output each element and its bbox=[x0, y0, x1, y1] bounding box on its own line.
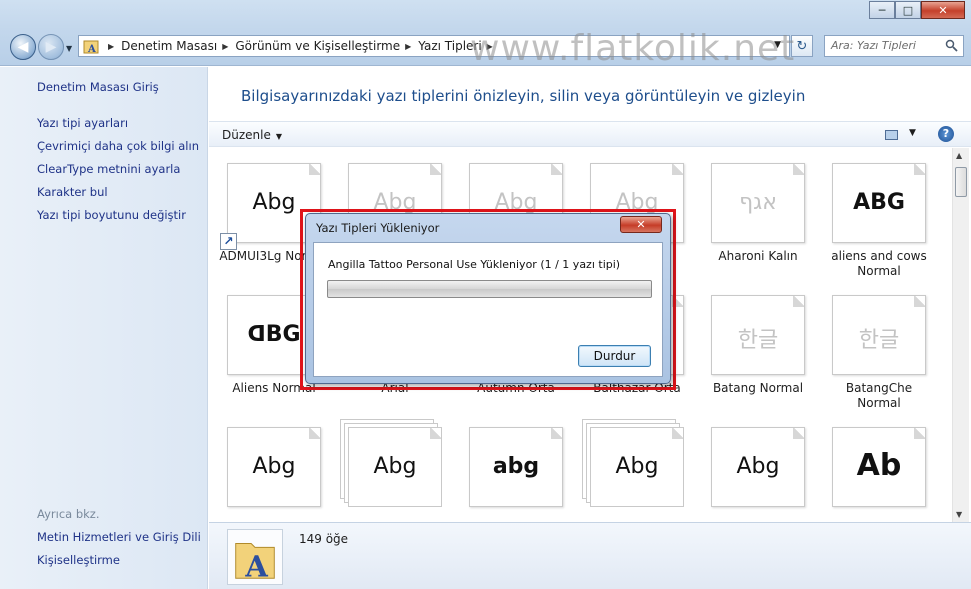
font-preview-icon: Abg bbox=[348, 427, 442, 507]
control-panel-home-link[interactable]: Denetim Masası Giriş bbox=[37, 80, 159, 94]
task-pane: Denetim Masası Giriş Yazı tipi ayarları … bbox=[0, 67, 208, 589]
font-sample-text: Abg bbox=[252, 454, 296, 479]
install-progress-bar bbox=[327, 280, 652, 298]
scrollbar-thumb[interactable] bbox=[955, 167, 967, 197]
font-preview-icon: abg bbox=[469, 427, 563, 507]
scroll-up-icon[interactable]: ▲ bbox=[956, 151, 962, 160]
font-tile[interactable]: אגף Aharoni Kalın bbox=[703, 163, 813, 288]
breadcrumb-separator-icon: ▶ bbox=[405, 41, 412, 51]
font-preview-icon: Abg bbox=[227, 427, 321, 507]
font-tile[interactable]: 한글 BatangChe Normal bbox=[824, 295, 934, 420]
dialog-title: Yazı Tipleri Yükleniyor bbox=[316, 221, 440, 235]
install-status-text: Angilla Tattoo Personal Use Yükleniyor (… bbox=[328, 258, 621, 271]
arrow-left-icon: ◀ bbox=[17, 39, 29, 55]
change-view-icon[interactable] bbox=[885, 130, 898, 140]
page-title: Bilgisayarınızdaki yazı tiplerini önizle… bbox=[241, 87, 806, 105]
font-name-label: Batang Normal bbox=[712, 381, 804, 395]
font-preview-icon: ABG bbox=[832, 163, 926, 243]
font-preview-icon: Abg bbox=[590, 427, 684, 507]
organize-menu-button[interactable]: Düzenle ▼ bbox=[222, 128, 282, 142]
font-sample-text: abg bbox=[492, 454, 540, 479]
font-settings-link[interactable]: Yazı tipi ayarları bbox=[37, 116, 128, 130]
search-input[interactable]: Ara: Yazı Tipleri bbox=[824, 35, 964, 57]
font-tile[interactable]: 한글 Batang Normal bbox=[703, 295, 813, 420]
watermark: www.flatkolik.net bbox=[470, 28, 796, 69]
see-also-heading: Ayrıca bkz. bbox=[37, 507, 100, 521]
get-more-info-online-link[interactable]: Çevrimiçi daha çok bilgi alın bbox=[37, 139, 199, 153]
font-name-label: BatangChe Normal bbox=[845, 381, 913, 410]
font-name-label: Aharoni Kalın bbox=[718, 249, 798, 263]
font-tile[interactable]: ABG aliens and cows Normal bbox=[824, 163, 934, 288]
search-icon bbox=[945, 39, 958, 52]
arrow-right-icon: ▶ bbox=[45, 39, 57, 55]
close-button[interactable]: ✕ bbox=[921, 1, 965, 19]
view-options-dropdown[interactable]: ▼ bbox=[909, 128, 916, 138]
font-sample-text: Abg bbox=[373, 454, 417, 479]
search-placeholder: Ara: Yazı Tipleri bbox=[831, 39, 916, 52]
font-name-label: aliens and cows Normal bbox=[831, 249, 927, 278]
minimize-button[interactable]: ─ bbox=[869, 1, 895, 19]
breadcrumb-appearance[interactable]: Görünüm ve Kişiselleştirme ▶ bbox=[235, 39, 418, 53]
breadcrumb-control-panel[interactable]: Denetim Masası ▶ bbox=[121, 39, 235, 53]
breadcrumb-separator-icon: ▶ bbox=[222, 41, 229, 51]
window-controls: ─ □ ✕ bbox=[869, 1, 965, 19]
svg-text:A: A bbox=[244, 549, 268, 583]
font-preview-icon: 한글 bbox=[711, 295, 805, 375]
breadcrumb-label: Görünüm ve Kişiselleştirme bbox=[235, 39, 401, 53]
font-preview-icon: אגף bbox=[711, 163, 805, 243]
fonts-folder-icon: A bbox=[227, 529, 283, 585]
dialog-body: Angilla Tattoo Personal Use Yükleniyor (… bbox=[313, 242, 663, 377]
breadcrumb-label: Denetim Masası bbox=[121, 39, 218, 53]
recent-pages-dropdown[interactable]: ▼ bbox=[66, 44, 72, 53]
command-bar: Düzenle ▼ ▼ ? bbox=[209, 121, 971, 147]
shortcut-arrow-icon: ↗ bbox=[220, 233, 237, 250]
dialog-close-button[interactable]: ✕ bbox=[620, 216, 662, 233]
chevron-down-icon: ▼ bbox=[275, 132, 283, 141]
breadcrumb-separator-icon: ▶ bbox=[108, 41, 115, 51]
font-sample-text: ABG bbox=[853, 190, 905, 215]
details-pane: A 149 öğe bbox=[209, 522, 971, 589]
font-sample-text: Abg bbox=[615, 454, 659, 479]
scroll-down-icon[interactable]: ▼ bbox=[956, 510, 962, 519]
maximize-button[interactable]: □ bbox=[895, 1, 921, 19]
cleartype-link[interactable]: ClearType metnini ayarla bbox=[37, 162, 180, 176]
back-button[interactable]: ◀ bbox=[10, 34, 36, 60]
svg-text:A: A bbox=[87, 44, 96, 54]
font-preview-icon: Ab bbox=[832, 427, 926, 507]
forward-button[interactable]: ▶ bbox=[38, 34, 64, 60]
font-sample-text: 한글 bbox=[858, 328, 900, 353]
font-sample-text: אגף bbox=[739, 190, 777, 215]
personalization-link[interactable]: Kişiselleştirme bbox=[37, 553, 120, 567]
vertical-scrollbar[interactable]: ▲ ▼ bbox=[952, 148, 969, 522]
item-count: 149 öğe bbox=[299, 532, 349, 546]
font-preview-icon: Abg bbox=[711, 427, 805, 507]
find-character-link[interactable]: Karakter bul bbox=[37, 185, 108, 199]
refresh-icon: ↻ bbox=[796, 38, 808, 54]
fonts-folder-icon: A bbox=[83, 40, 99, 54]
stop-button[interactable]: Durdur bbox=[578, 345, 651, 367]
organize-label: Düzenle bbox=[222, 128, 271, 142]
text-services-link[interactable]: Metin Hizmetleri ve Giriş Dili bbox=[37, 530, 201, 544]
font-sample-text: Ab bbox=[856, 448, 902, 483]
installing-fonts-dialog: Yazı Tipleri Yükleniyor ✕ Angilla Tattoo… bbox=[305, 213, 671, 384]
font-sample-text: 한글 bbox=[737, 328, 779, 353]
font-preview-icon: 한글 bbox=[832, 295, 926, 375]
help-icon[interactable]: ? bbox=[938, 126, 954, 142]
font-sample-text: Abg bbox=[736, 454, 780, 479]
change-font-size-link[interactable]: Yazı tipi boyutunu değiştir bbox=[37, 208, 186, 222]
